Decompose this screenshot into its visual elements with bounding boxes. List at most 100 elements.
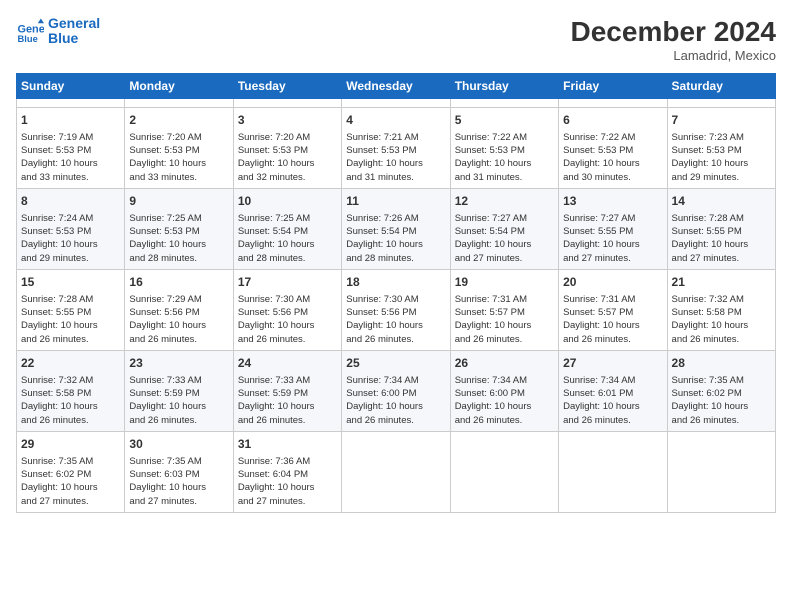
day-number: 19	[455, 274, 554, 291]
day-info: Sunrise: 7:27 AM Sunset: 5:55 PM Dayligh…	[563, 212, 662, 265]
day-number: 8	[21, 193, 120, 210]
week-row-2: 8 Sunrise: 7:24 AM Sunset: 5:53 PM Daylig…	[17, 188, 776, 269]
day-cell: 30 Sunrise: 7:35 AM Sunset: 6:03 PM Dayli…	[125, 431, 233, 512]
day-info: Sunrise: 7:34 AM Sunset: 6:00 PM Dayligh…	[455, 374, 554, 427]
day-number: 27	[563, 355, 662, 372]
day-info: Sunrise: 7:36 AM Sunset: 6:04 PM Dayligh…	[238, 455, 337, 508]
day-info: Sunrise: 7:26 AM Sunset: 5:54 PM Dayligh…	[346, 212, 445, 265]
day-number: 28	[672, 355, 771, 372]
day-number: 30	[129, 436, 228, 453]
day-cell	[450, 99, 558, 108]
day-cell: 24 Sunrise: 7:33 AM Sunset: 5:59 PM Dayli…	[233, 350, 341, 431]
day-cell: 20Sunrise: 7:31 AM Sunset: 5:57 PM Dayli…	[559, 269, 667, 350]
day-cell: 23 Sunrise: 7:33 AM Sunset: 5:59 PM Dayli…	[125, 350, 233, 431]
logo-text: GeneralBlue	[48, 16, 100, 47]
day-number: 16	[129, 274, 228, 291]
day-cell	[667, 99, 775, 108]
weekday-friday: Friday	[559, 74, 667, 99]
day-number: 4	[346, 112, 445, 129]
day-number: 9	[129, 193, 228, 210]
day-cell: 1 Sunrise: 7:19 AM Sunset: 5:53 PM Daylig…	[17, 108, 125, 189]
weekday-thursday: Thursday	[450, 74, 558, 99]
day-cell: 27 Sunrise: 7:34 AM Sunset: 6:01 PM Dayli…	[559, 350, 667, 431]
day-number: 26	[455, 355, 554, 372]
day-cell	[559, 99, 667, 108]
day-info: Sunrise: 7:33 AM Sunset: 5:59 PM Dayligh…	[238, 374, 337, 427]
day-number: 3	[238, 112, 337, 129]
day-cell	[667, 431, 775, 512]
day-cell: 25 Sunrise: 7:34 AM Sunset: 6:00 PM Dayli…	[342, 350, 450, 431]
day-cell	[450, 431, 558, 512]
day-number: 5	[455, 112, 554, 129]
day-cell: 2 Sunrise: 7:20 AM Sunset: 5:53 PM Daylig…	[125, 108, 233, 189]
day-cell: 18Sunrise: 7:30 AM Sunset: 5:56 PM Dayli…	[342, 269, 450, 350]
day-cell: 26 Sunrise: 7:34 AM Sunset: 6:00 PM Dayli…	[450, 350, 558, 431]
day-cell: 31 Sunrise: 7:36 AM Sunset: 6:04 PM Dayli…	[233, 431, 341, 512]
day-number: 23	[129, 355, 228, 372]
day-cell: 10Sunrise: 7:25 AM Sunset: 5:54 PM Dayli…	[233, 188, 341, 269]
day-number: 14	[672, 193, 771, 210]
weekday-monday: Monday	[125, 74, 233, 99]
week-row-1: 1 Sunrise: 7:19 AM Sunset: 5:53 PM Daylig…	[17, 108, 776, 189]
week-row-4: 22 Sunrise: 7:32 AM Sunset: 5:58 PM Dayli…	[17, 350, 776, 431]
day-info: Sunrise: 7:35 AM Sunset: 6:02 PM Dayligh…	[672, 374, 771, 427]
day-number: 17	[238, 274, 337, 291]
day-number: 22	[21, 355, 120, 372]
weekday-saturday: Saturday	[667, 74, 775, 99]
title-block: December 2024 Lamadrid, Mexico	[571, 16, 776, 63]
day-cell: 9Sunrise: 7:25 AM Sunset: 5:53 PM Daylig…	[125, 188, 233, 269]
day-cell: 6Sunrise: 7:22 AM Sunset: 5:53 PM Daylig…	[559, 108, 667, 189]
day-cell: 14 Sunrise: 7:28 AM Sunset: 5:55 PM Dayli…	[667, 188, 775, 269]
day-cell: 17 Sunrise: 7:30 AM Sunset: 5:56 PM Dayli…	[233, 269, 341, 350]
day-info: Sunrise: 7:34 AM Sunset: 6:01 PM Dayligh…	[563, 374, 662, 427]
day-cell: 5 Sunrise: 7:22 AM Sunset: 5:53 PM Daylig…	[450, 108, 558, 189]
day-info: Sunrise: 7:22 AM Sunset: 5:53 PM Dayligh…	[455, 131, 554, 184]
day-info: Sunrise: 7:32 AM Sunset: 5:58 PM Dayligh…	[672, 293, 771, 346]
day-info: Sunrise: 7:21 AM Sunset: 5:53 PM Dayligh…	[346, 131, 445, 184]
day-cell	[559, 431, 667, 512]
day-cell	[125, 99, 233, 108]
day-cell: 29Sunrise: 7:35 AM Sunset: 6:02 PM Dayli…	[17, 431, 125, 512]
day-info: Sunrise: 7:35 AM Sunset: 6:02 PM Dayligh…	[21, 455, 120, 508]
day-cell: 7Sunrise: 7:23 AM Sunset: 5:53 PM Daylig…	[667, 108, 775, 189]
day-info: Sunrise: 7:34 AM Sunset: 6:00 PM Dayligh…	[346, 374, 445, 427]
day-cell	[342, 99, 450, 108]
day-info: Sunrise: 7:32 AM Sunset: 5:58 PM Dayligh…	[21, 374, 120, 427]
day-cell: 28 Sunrise: 7:35 AM Sunset: 6:02 PM Dayli…	[667, 350, 775, 431]
day-number: 1	[21, 112, 120, 129]
day-cell: 12Sunrise: 7:27 AM Sunset: 5:54 PM Dayli…	[450, 188, 558, 269]
day-info: Sunrise: 7:28 AM Sunset: 5:55 PM Dayligh…	[672, 212, 771, 265]
calendar-table: SundayMondayTuesdayWednesdayThursdayFrid…	[16, 73, 776, 513]
day-info: Sunrise: 7:20 AM Sunset: 5:53 PM Dayligh…	[129, 131, 228, 184]
day-cell: 8 Sunrise: 7:24 AM Sunset: 5:53 PM Daylig…	[17, 188, 125, 269]
calendar-body: 1 Sunrise: 7:19 AM Sunset: 5:53 PM Daylig…	[17, 99, 776, 513]
weekday-tuesday: Tuesday	[233, 74, 341, 99]
week-row-3: 15 Sunrise: 7:28 AM Sunset: 5:55 PM Dayli…	[17, 269, 776, 350]
weekday-header-row: SundayMondayTuesdayWednesdayThursdayFrid…	[17, 74, 776, 99]
day-info: Sunrise: 7:33 AM Sunset: 5:59 PM Dayligh…	[129, 374, 228, 427]
day-number: 21	[672, 274, 771, 291]
day-info: Sunrise: 7:31 AM Sunset: 5:57 PM Dayligh…	[455, 293, 554, 346]
day-cell: 4 Sunrise: 7:21 AM Sunset: 5:53 PM Daylig…	[342, 108, 450, 189]
day-info: Sunrise: 7:19 AM Sunset: 5:53 PM Dayligh…	[21, 131, 120, 184]
day-number: 25	[346, 355, 445, 372]
day-number: 24	[238, 355, 337, 372]
day-info: Sunrise: 7:35 AM Sunset: 6:03 PM Dayligh…	[129, 455, 228, 508]
day-cell: 21 Sunrise: 7:32 AM Sunset: 5:58 PM Dayli…	[667, 269, 775, 350]
day-number: 2	[129, 112, 228, 129]
day-info: Sunrise: 7:23 AM Sunset: 5:53 PM Dayligh…	[672, 131, 771, 184]
day-number: 31	[238, 436, 337, 453]
day-number: 20	[563, 274, 662, 291]
day-info: Sunrise: 7:30 AM Sunset: 5:56 PM Dayligh…	[238, 293, 337, 346]
week-row-5: 29Sunrise: 7:35 AM Sunset: 6:02 PM Dayli…	[17, 431, 776, 512]
day-info: Sunrise: 7:20 AM Sunset: 5:53 PM Dayligh…	[238, 131, 337, 184]
day-cell	[342, 431, 450, 512]
day-info: Sunrise: 7:24 AM Sunset: 5:53 PM Dayligh…	[21, 212, 120, 265]
page-header: General Blue GeneralBlue December 2024 L…	[16, 16, 776, 63]
day-number: 15	[21, 274, 120, 291]
day-number: 12	[455, 193, 554, 210]
day-cell: 15 Sunrise: 7:28 AM Sunset: 5:55 PM Dayli…	[17, 269, 125, 350]
day-info: Sunrise: 7:28 AM Sunset: 5:55 PM Dayligh…	[21, 293, 120, 346]
week-row-0	[17, 99, 776, 108]
day-cell: 13Sunrise: 7:27 AM Sunset: 5:55 PM Dayli…	[559, 188, 667, 269]
